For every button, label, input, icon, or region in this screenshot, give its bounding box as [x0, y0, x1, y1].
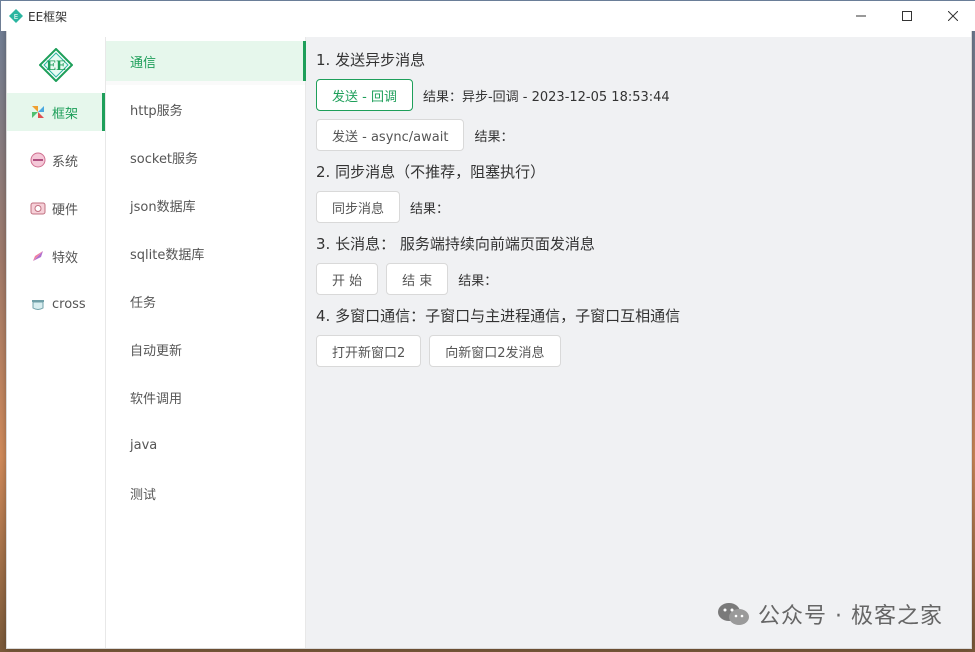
- subnav-item-java[interactable]: java: [106, 421, 305, 469]
- app-window: E EE框架 EE 框架 系统 硬件 特效 cross 通信 http服务 so…: [1, 1, 975, 649]
- rail-item-label: 系统: [52, 154, 79, 170]
- sync-message-button[interactable]: 同步消息: [316, 191, 401, 223]
- rocket-icon: [29, 247, 47, 265]
- close-button[interactable]: [930, 1, 975, 31]
- app-logo-icon: E: [9, 9, 23, 23]
- rail-item-label: cross: [52, 296, 86, 312]
- app-body: EE 框架 系统 硬件 特效 cross 通信 http服务 socket服务 …: [7, 37, 971, 648]
- ee-logo-icon: EE: [39, 48, 73, 82]
- rail-item-label: 硬件: [52, 202, 79, 218]
- section-sync-title: 2. 同步消息（不推荐，阻塞执行）: [316, 163, 546, 181]
- subnav-item-task[interactable]: 任务: [106, 277, 305, 325]
- subnav-item-communication[interactable]: 通信: [106, 41, 306, 81]
- subnav-item-software-call[interactable]: 软件调用: [106, 373, 305, 421]
- async-await-result: 结果：: [474, 129, 514, 145]
- open-window-button[interactable]: 打开新窗口2: [316, 335, 422, 367]
- rail-item-effects[interactable]: 特效: [7, 237, 105, 275]
- svg-text:E: E: [14, 13, 18, 21]
- multiwindow-row: 打开新窗口2 向新窗口2发消息: [316, 335, 961, 367]
- section-async-title: 1. 发送异步消息: [316, 51, 426, 69]
- subnav-item-label: socket服务: [130, 151, 199, 167]
- pot-icon: [29, 295, 47, 313]
- maximize-button[interactable]: [884, 1, 930, 31]
- subnav-item-label: json数据库: [130, 199, 196, 215]
- long-message-row: 开 始 结 束 结果：: [316, 263, 961, 295]
- close-icon: [948, 11, 958, 21]
- minimize-button[interactable]: [838, 1, 884, 31]
- rail-item-cross[interactable]: cross: [7, 285, 105, 323]
- async-callback-result: 结果：异步-回调 - 2023-12-05 18:53:44: [422, 89, 670, 105]
- long-message-result: 结果：: [458, 273, 498, 289]
- start-button[interactable]: 开 始: [316, 263, 379, 295]
- camera-icon: [29, 199, 47, 217]
- section-multiwindow-title: 4. 多窗口通信：子窗口与主进程通信，子窗口互相通信: [316, 307, 681, 325]
- watermark-text: 公众号 · 极客之家: [758, 604, 943, 629]
- maximize-icon: [902, 11, 912, 21]
- subnav-item-socket[interactable]: socket服务: [106, 133, 305, 181]
- rail-item-hardware[interactable]: 硬件: [7, 189, 105, 227]
- subnav-item-label: 任务: [130, 295, 157, 311]
- subnav-list: 通信 http服务 socket服务 json数据库 sqlite数据库 任务 …: [106, 41, 306, 517]
- subnav-item-label: http服务: [130, 103, 183, 119]
- rail-item-label: 特效: [52, 250, 79, 266]
- subnav-item-label: 通信: [130, 55, 157, 71]
- end-button[interactable]: 结 束: [386, 263, 449, 295]
- subnav-item-autoupdate[interactable]: 自动更新: [106, 325, 305, 373]
- subnav-item-label: sqlite数据库: [130, 247, 205, 263]
- main-content: 1. 发送异步消息 发送 - 回调 结果：异步-回调 - 2023-12-05 …: [306, 37, 971, 648]
- minimize-icon: [856, 15, 866, 17]
- rail-item-framework[interactable]: 框架: [7, 93, 105, 131]
- window-title: EE框架: [28, 9, 68, 24]
- window-controls: [838, 1, 975, 31]
- wechat-icon: [718, 603, 750, 625]
- subnav-item-jsondb[interactable]: json数据库: [106, 181, 305, 229]
- sync-row: 同步消息 结果：: [316, 191, 961, 223]
- send-async-await-button[interactable]: 发送 - async/await: [316, 119, 465, 151]
- subnav-item-label: 软件调用: [130, 391, 183, 407]
- secondary-sidebar: 通信 http服务 socket服务 json数据库 sqlite数据库 任务 …: [106, 37, 306, 648]
- rail-item-label: 框架: [52, 106, 79, 122]
- async-await-row: 发送 - async/await 结果：: [316, 119, 961, 151]
- rail-item-system[interactable]: 系统: [7, 141, 105, 179]
- logo-text: EE: [46, 59, 66, 74]
- watermark: 公众号 · 极客之家: [716, 598, 943, 630]
- title-bar: E EE框架: [1, 1, 975, 31]
- system-icon: [29, 151, 47, 169]
- async-callback-row: 发送 - 回调 结果：异步-回调 - 2023-12-05 18:53:44: [316, 79, 961, 111]
- pinwheel-icon: [29, 103, 47, 121]
- brand-logo: EE: [7, 37, 105, 93]
- section-long-title: 3. 长消息： 服务端持续向前端页面发消息: [316, 235, 595, 253]
- subnav-item-http[interactable]: http服务: [106, 85, 305, 133]
- send-callback-button[interactable]: 发送 - 回调: [316, 79, 413, 111]
- subnav-item-label: java: [130, 437, 158, 453]
- subnav-item-test[interactable]: 测试: [106, 469, 305, 517]
- subnav-item-label: 测试: [130, 487, 157, 503]
- subnav-item-sqlite[interactable]: sqlite数据库: [106, 229, 305, 277]
- subnav-item-label: 自动更新: [130, 343, 183, 359]
- send-to-window-button[interactable]: 向新窗口2发消息: [429, 335, 561, 367]
- sync-result: 结果：: [410, 201, 450, 217]
- primary-sidebar: EE 框架 系统 硬件 特效 cross: [7, 37, 106, 648]
